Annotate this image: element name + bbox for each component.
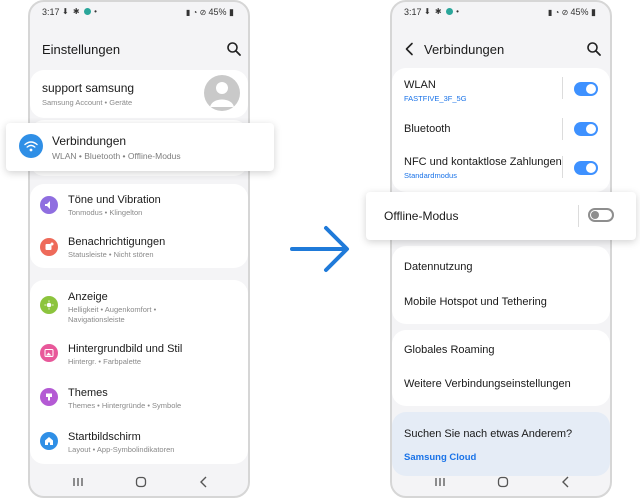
account-subtitle: Samsung Account • Geräte bbox=[42, 98, 133, 107]
status-icons: ▮ ◔ ⊘ bbox=[185, 8, 209, 17]
home-button-icon[interactable] bbox=[133, 474, 149, 490]
wifi-icon bbox=[19, 134, 43, 158]
nfc-subtitle: Standardmodus bbox=[404, 171, 457, 180]
account-card[interactable]: support samsung Samsung Account • Geräte bbox=[30, 70, 248, 118]
status-time: 3:17 bbox=[42, 7, 60, 17]
suggestion-question: Suchen Sie nach etwas Anderem? bbox=[404, 428, 573, 440]
item-title: Startbildschirm bbox=[68, 431, 141, 443]
bluetooth-title: Bluetooth bbox=[404, 123, 451, 135]
data-card: Datennutzung Mobile Hotspot und Tetherin… bbox=[392, 246, 610, 324]
list-item-themes[interactable]: Themes Themes • Hintergründe • Symbole bbox=[30, 376, 248, 418]
battery-level: 45% bbox=[208, 7, 227, 17]
notification-icons: ⬇ ✱ • bbox=[424, 7, 460, 16]
suggestion-card: Suchen Sie nach etwas Anderem? Samsung C… bbox=[392, 412, 610, 476]
display-icon bbox=[40, 296, 58, 314]
battery-icon: ▮ bbox=[591, 7, 596, 17]
item-subtitle: Themes • Hintergründe • Symbole bbox=[68, 401, 182, 410]
list-item-nfc[interactable]: NFC und kontaktlose Zahlungen Standardmo… bbox=[392, 148, 610, 190]
item-subtitle: Tonmodus • Klingelton bbox=[68, 208, 143, 217]
battery-level: 45% bbox=[570, 7, 589, 17]
status-right: ▮ ◔ ⊘ 45% ▮ bbox=[548, 7, 596, 18]
divider bbox=[578, 205, 579, 227]
list-item-bluetooth[interactable]: Bluetooth bbox=[392, 112, 610, 146]
item-subtitle: Statusleiste • Nicht stören bbox=[68, 250, 154, 259]
navigation-bar bbox=[392, 474, 610, 490]
list-item-notifications[interactable]: Benachrichtigungen Statusleiste • Nicht … bbox=[30, 226, 248, 266]
arrow-right-icon bbox=[290, 226, 349, 272]
item-subtitle: Layout • App-Symbolindikatoren bbox=[68, 445, 175, 454]
roaming-item[interactable]: Globales Roaming bbox=[404, 344, 495, 356]
roaming-card: Globales Roaming Weitere Verbindungseins… bbox=[392, 330, 610, 406]
status-bar: 3:17 ⬇ ✱ • ▮ ◔ ⊘ 45% ▮ bbox=[30, 7, 248, 19]
nfc-title: NFC und kontaktlose Zahlungen bbox=[404, 156, 562, 168]
search-icon[interactable] bbox=[226, 41, 242, 57]
phone-connections-screen: 3:17 ⬇ ✱ • ▮ ◔ ⊘ 45% ▮ Verbindungen WLAN… bbox=[390, 0, 612, 498]
wallpaper-icon bbox=[40, 344, 58, 362]
divider bbox=[562, 118, 563, 140]
battery-icon: ▮ bbox=[229, 7, 234, 17]
item-title: Hintergrundbild und Stil bbox=[68, 343, 183, 355]
home-button-icon[interactable] bbox=[495, 474, 511, 490]
status-time: 3:17 bbox=[404, 7, 422, 17]
navigation-bar bbox=[30, 474, 248, 490]
avatar bbox=[204, 75, 240, 111]
page-title: Verbindungen bbox=[424, 42, 505, 57]
themes-icon bbox=[40, 388, 58, 406]
list-item-wallpaper[interactable]: Hintergrundbild und Stil Hintergr. • Far… bbox=[30, 332, 248, 374]
account-name: support samsung bbox=[42, 81, 135, 95]
hotspot-item[interactable]: Mobile Hotspot und Tethering bbox=[404, 296, 547, 308]
samsung-cloud-link[interactable]: Samsung Cloud bbox=[404, 452, 476, 463]
list-item-home[interactable]: Startbildschirm Layout • App-Symbolindik… bbox=[30, 420, 248, 462]
data-usage-item[interactable]: Datennutzung bbox=[404, 261, 473, 273]
list-item-wlan[interactable]: WLAN FASTFIVE_3F_5G bbox=[392, 68, 610, 110]
search-icon[interactable] bbox=[586, 41, 602, 57]
status-icons: ▮ ◔ ⊘ bbox=[547, 8, 571, 17]
item-title: Themes bbox=[68, 387, 108, 399]
notification-icons: ⬇ ✱ • bbox=[62, 7, 98, 16]
person-icon bbox=[210, 82, 234, 107]
divider bbox=[562, 77, 563, 99]
offline-mode-item-highlight[interactable]: Offline-Modus bbox=[366, 192, 636, 240]
recent-apps-icon[interactable] bbox=[432, 474, 448, 490]
recent-apps-icon[interactable] bbox=[70, 474, 86, 490]
item-title: Anzeige bbox=[68, 291, 108, 303]
list-item-sound[interactable]: Töne und Vibration Tonmodus • Klingelton bbox=[30, 184, 248, 224]
back-icon[interactable] bbox=[196, 474, 212, 490]
item-title: Benachrichtigungen bbox=[68, 236, 166, 248]
notifications-icon bbox=[40, 238, 58, 256]
bluetooth-toggle[interactable] bbox=[574, 122, 598, 136]
wlan-toggle[interactable] bbox=[574, 82, 598, 96]
connections-item-highlight[interactable]: Verbindungen WLAN • Bluetooth • Offline-… bbox=[6, 123, 274, 171]
page-title: Einstellungen bbox=[42, 42, 121, 57]
home-icon bbox=[40, 432, 58, 450]
wireless-card: WLAN FASTFIVE_3F_5G Bluetooth NFC und ko… bbox=[392, 68, 610, 192]
offline-title: Offline-Modus bbox=[384, 209, 459, 223]
divider bbox=[562, 156, 563, 178]
item-subtitle: Helligkeit • Augenkomfort • Navigationsl… bbox=[68, 305, 157, 324]
more-settings-item[interactable]: Weitere Verbindungseinstellungen bbox=[404, 378, 571, 390]
display-card: Anzeige Helligkeit • Augenkomfort • Navi… bbox=[30, 280, 248, 464]
list-item-display[interactable]: Anzeige Helligkeit • Augenkomfort • Navi… bbox=[30, 280, 248, 330]
connections-title: Verbindungen bbox=[52, 134, 127, 148]
item-subtitle: Hintergr. • Farbpalette bbox=[68, 357, 142, 366]
nfc-toggle[interactable] bbox=[574, 161, 598, 175]
back-arrow-icon[interactable] bbox=[402, 41, 418, 57]
phone-settings-screen: 3:17 ⬇ ✱ • ▮ ◔ ⊘ 45% ▮ Einstellungen sup… bbox=[28, 0, 250, 498]
sound-notifications-card: Töne und Vibration Tonmodus • Klingelton… bbox=[30, 184, 248, 268]
connections-subtitle: WLAN • Bluetooth • Offline-Modus bbox=[52, 151, 181, 161]
back-icon[interactable] bbox=[558, 474, 574, 490]
offline-toggle[interactable] bbox=[588, 208, 614, 222]
status-bar: 3:17 ⬇ ✱ • ▮ ◔ ⊘ 45% ▮ bbox=[392, 7, 610, 19]
item-title: Töne und Vibration bbox=[68, 194, 161, 206]
wlan-title: WLAN bbox=[404, 79, 436, 91]
status-right: ▮ ◔ ⊘ 45% ▮ bbox=[186, 7, 234, 18]
sound-icon bbox=[40, 196, 58, 214]
wlan-network: FASTFIVE_3F_5G bbox=[404, 94, 467, 103]
